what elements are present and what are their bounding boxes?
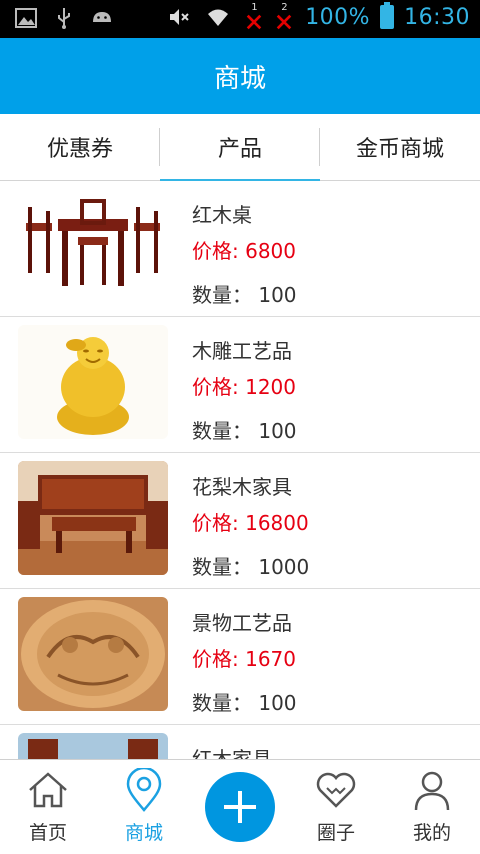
nav-label: 商城 — [124, 822, 163, 844]
nav-profile[interactable]: 我的 — [384, 760, 480, 854]
tab-label: 产品 — [217, 137, 262, 162]
nav-circle[interactable]: 圈子 — [288, 760, 384, 854]
status-bar: 1 2 100% 16:30 — [0, 0, 480, 38]
product-name: 景物工艺品 — [192, 611, 292, 635]
product-quantity: 数量： 100 — [192, 691, 297, 715]
product-quantity: 数量： 100 — [192, 283, 297, 307]
tab-label: 金币商城 — [355, 137, 444, 162]
nav-label: 我的 — [412, 822, 451, 844]
nav-label: 首页 — [28, 822, 67, 844]
wifi-icon — [208, 9, 229, 26]
product-name: 木雕工艺品 — [192, 339, 292, 363]
nav-label: 圈子 — [316, 822, 355, 844]
nav-home[interactable]: 首页 — [0, 760, 96, 854]
signal-2-icon: 2 — [275, 2, 295, 31]
sim-2-label: 2 — [281, 2, 288, 13]
heart-icon — [316, 772, 356, 808]
tab-coin-mall[interactable]: 金币商城 — [320, 114, 480, 180]
product-image — [18, 597, 168, 711]
location-pin-icon — [126, 768, 162, 812]
nav-mall[interactable]: 商城 — [96, 760, 192, 854]
android-icon — [93, 12, 111, 22]
product-name: 红木家具 — [192, 747, 272, 759]
battery-percent: 100% — [305, 4, 371, 30]
product-price: 价格: 6800 — [192, 239, 296, 263]
usb-icon — [58, 8, 70, 29]
list-item[interactable]: 景物工艺品 价格: 1670 数量： 100 — [0, 589, 480, 725]
list-item[interactable]: 红木桌 价格: 6800 数量： 100 — [0, 181, 480, 317]
user-icon — [414, 771, 450, 811]
product-image — [18, 325, 168, 439]
list-item[interactable]: 花梨木家具 价格: 16800 数量： 1000 — [0, 453, 480, 589]
clock: 16:30 — [404, 4, 470, 30]
title-bar: 商城 — [0, 38, 480, 114]
tab-bar: 优惠券 产品 金币商城 — [0, 114, 480, 181]
product-quantity: 数量： 1000 — [192, 555, 310, 579]
product-image — [18, 461, 168, 575]
product-list[interactable]: 红木桌 价格: 6800 数量： 100 木雕工艺品 价格: 1200 数量： … — [0, 181, 480, 759]
product-quantity: 数量： 100 — [192, 419, 297, 443]
product-name: 花梨木家具 — [192, 475, 292, 499]
signal-1-icon: 1 — [245, 2, 265, 31]
product-image — [18, 733, 168, 759]
list-item[interactable]: 木雕工艺品 价格: 1200 数量： 100 — [0, 317, 480, 453]
tab-label: 优惠券 — [46, 137, 113, 162]
tab-coupons[interactable]: 优惠券 — [0, 114, 160, 180]
tab-products[interactable]: 产品 — [160, 114, 320, 181]
product-image — [18, 189, 168, 303]
home-icon — [29, 772, 67, 808]
battery-icon — [380, 2, 395, 29]
mute-icon — [170, 9, 189, 25]
product-price: 价格: 16800 — [192, 511, 309, 535]
sim-1-label: 1 — [251, 2, 258, 13]
product-name: 红木桌 — [192, 203, 252, 227]
product-price: 价格: 1200 — [192, 375, 296, 399]
page-title: 商城 — [213, 63, 266, 94]
bottom-nav: 首页 商城 圈子 我的 — [0, 759, 480, 854]
product-price: 价格: 1670 — [192, 647, 296, 671]
list-item[interactable]: 红木家具 — [0, 725, 480, 759]
add-icon[interactable] — [205, 772, 275, 842]
image-icon — [15, 8, 37, 28]
